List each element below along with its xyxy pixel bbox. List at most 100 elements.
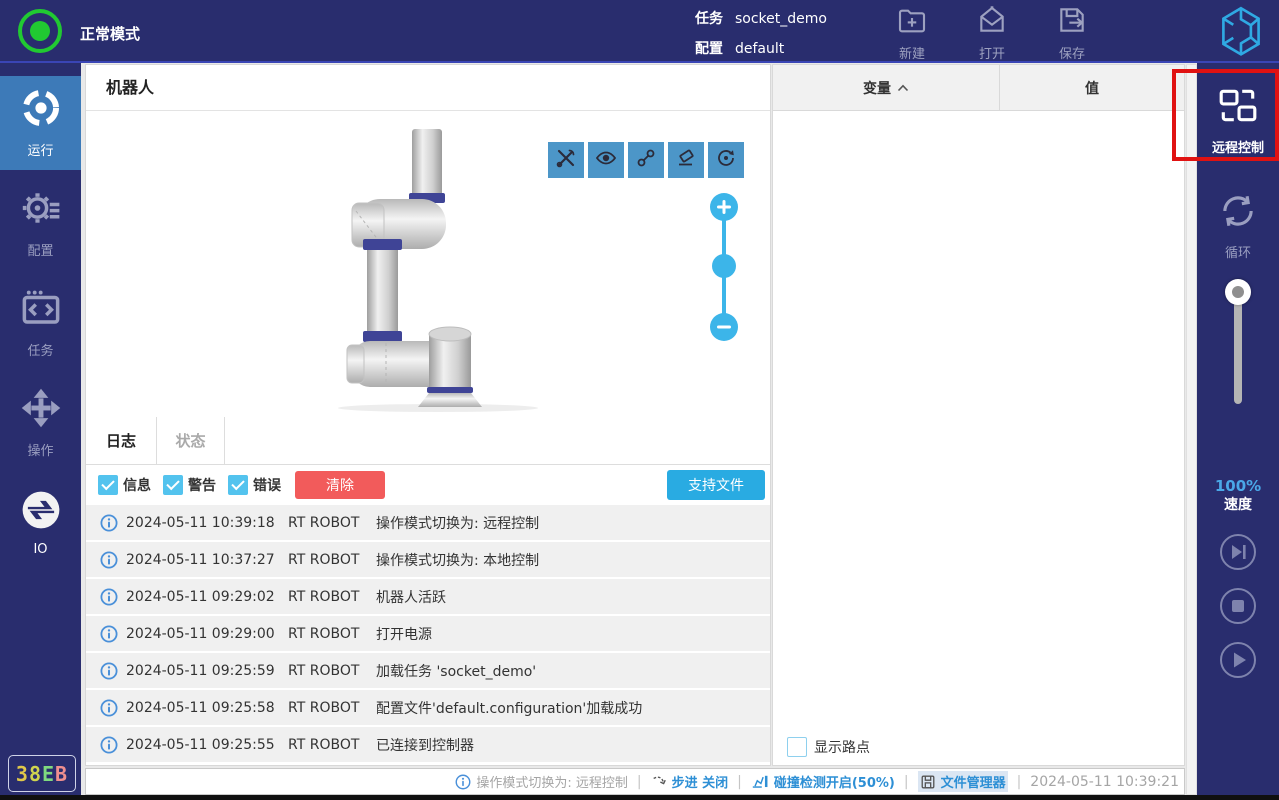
new-task-button[interactable]: 新建	[878, 4, 946, 60]
log-message: 操作模式切换为: 本地控制	[376, 550, 539, 570]
log-row[interactable]: 2024-05-11 09:25:58 RT ROBOT 配置文件'defaul…	[86, 690, 770, 725]
new-task-label: 新建	[899, 43, 925, 62]
loop-button[interactable]: 循环	[1197, 190, 1279, 261]
speed-slider-handle[interactable]	[1225, 279, 1251, 305]
info-checkbox[interactable]	[98, 475, 118, 495]
config-value: default	[735, 36, 784, 62]
sidebar-item-label: 配置	[27, 240, 53, 259]
log-row[interactable]: 2024-05-11 09:25:59 RT ROBOT 加载任务 'socke…	[86, 653, 770, 688]
filter-label: 警告	[188, 475, 216, 495]
sidebar-item-label: 任务	[27, 340, 53, 359]
robot-panel: 机器人	[85, 64, 771, 766]
collision-detection-icon	[751, 774, 769, 790]
badge-char: 3	[16, 762, 29, 786]
robot-3d-viewport[interactable]	[86, 111, 770, 417]
log-source: RT ROBOT	[288, 552, 376, 568]
task-config-info: 任务 socket_demo 配置 default	[695, 6, 827, 66]
step-forward-button[interactable]	[1219, 533, 1257, 571]
info-icon	[100, 736, 118, 754]
sidebar-item-config[interactable]: 配置	[0, 176, 81, 270]
sidebar-item-io[interactable]: IO	[0, 476, 81, 570]
separator: |	[1017, 774, 1022, 790]
warning-checkbox[interactable]	[163, 475, 183, 495]
info-icon	[100, 662, 118, 680]
filter-warning[interactable]: 警告	[163, 475, 216, 495]
value-column-label: 值	[1085, 78, 1099, 98]
zoom-control	[710, 193, 738, 341]
log-row[interactable]: 2024-05-11 09:25:55 RT ROBOT 已连接到控制器	[86, 727, 770, 762]
play-button[interactable]	[1219, 641, 1257, 679]
file-manager-icon	[920, 774, 936, 790]
zoom-in-button[interactable]	[710, 193, 738, 221]
separator: |	[904, 774, 909, 790]
panel-title: 机器人	[86, 65, 770, 111]
filter-error[interactable]: 错误	[228, 475, 281, 495]
clear-log-button[interactable]: 清除	[295, 471, 385, 499]
config-label: 配置	[695, 36, 723, 62]
loop-label: 循环	[1225, 242, 1251, 261]
waypoint-path-button[interactable]	[628, 142, 664, 178]
sidebar-item-run[interactable]: 运行	[0, 76, 81, 170]
tab-log[interactable]: 日志	[86, 417, 157, 464]
right-sidebar: 远程控制 循环 100% 速度	[1197, 63, 1279, 795]
support-file-button[interactable]: 支持文件	[667, 470, 765, 500]
tab-status[interactable]: 状态	[157, 417, 225, 464]
tools-button[interactable]	[548, 142, 584, 178]
view-visibility-button[interactable]	[588, 142, 624, 178]
task-value: socket_demo	[735, 6, 827, 32]
speed-label: 速度	[1197, 496, 1279, 515]
log-message: 打开电源	[376, 624, 432, 644]
variables-header: 变量 值	[773, 65, 1184, 111]
run-icon	[20, 87, 62, 133]
log-row[interactable]: 2024-05-11 09:29:00 RT ROBOT 打开电源	[86, 616, 770, 651]
log-row[interactable]: 2024-05-11 10:39:18 RT ROBOT 操作模式切换为: 远程…	[86, 505, 770, 540]
log-time: 2024-05-11 09:29:00	[126, 626, 288, 642]
log-row[interactable]: 2024-05-11 09:29:02 RT ROBOT 机器人活跃	[86, 579, 770, 614]
info-icon	[100, 625, 118, 643]
remote-control-button[interactable]: 远程控制	[1197, 85, 1279, 156]
save-task-button[interactable]: 保存	[1038, 4, 1106, 60]
step-mode-toggle[interactable]: 步进 关闭	[651, 772, 729, 791]
sidebar-item-label: IO	[33, 542, 47, 557]
collision-detection-toggle[interactable]: 碰撞检测开启(50%)	[751, 772, 895, 791]
log-time: 2024-05-11 09:29:02	[126, 589, 288, 605]
filter-info[interactable]: 信息	[98, 475, 151, 495]
open-task-button[interactable]: 打开	[958, 4, 1026, 60]
error-checkbox[interactable]	[228, 475, 248, 495]
rotate-view-button[interactable]	[708, 142, 744, 178]
zoom-out-button[interactable]	[710, 313, 738, 341]
zoom-slider-handle[interactable]	[712, 254, 736, 278]
step-mode-icon	[651, 774, 667, 790]
log-row[interactable]: 2024-05-11 10:37:27 RT ROBOT 操作模式切换为: 本地…	[86, 542, 770, 577]
column-header-value[interactable]: 值	[1000, 65, 1184, 110]
save-icon	[1056, 4, 1088, 40]
eraser-button[interactable]	[668, 142, 704, 178]
log-list: 2024-05-11 10:39:18 RT ROBOT 操作模式切换为: 远程…	[86, 505, 770, 762]
show-waypoints-toggle[interactable]: 显示路点	[787, 737, 870, 757]
stop-button[interactable]	[1219, 587, 1257, 625]
speed-percent: 100%	[1197, 477, 1279, 496]
log-status-tabs: 日志 状态	[86, 417, 770, 465]
remote-control-label: 远程控制	[1212, 137, 1264, 156]
variable-column-label: 变量	[863, 78, 891, 98]
log-source: RT ROBOT	[288, 589, 376, 605]
log-message: 操作模式切换为: 远程控制	[376, 513, 539, 533]
info-icon	[455, 774, 471, 790]
speed-display: 100% 速度	[1197, 477, 1279, 515]
log-message: 加载任务 'socket_demo'	[376, 661, 536, 681]
sidebar-item-label: 运行	[27, 140, 53, 159]
scrollbar-track[interactable]	[1186, 64, 1197, 795]
log-source: RT ROBOT	[288, 515, 376, 531]
info-icon	[100, 551, 118, 569]
sidebar-item-operate[interactable]: 操作	[0, 376, 81, 470]
tools-icon	[555, 147, 577, 173]
sidebar-item-task[interactable]: 任务	[0, 276, 81, 370]
file-manager-button[interactable]: 文件管理器	[918, 771, 1008, 792]
log-message: 已连接到控制器	[376, 735, 474, 755]
show-waypoints-checkbox[interactable]	[787, 737, 807, 757]
info-icon	[100, 514, 118, 532]
column-header-variable[interactable]: 变量	[773, 65, 1000, 110]
speed-slider[interactable]	[1234, 292, 1242, 404]
bottom-edge-strip	[0, 795, 1279, 800]
separator: |	[637, 774, 642, 790]
